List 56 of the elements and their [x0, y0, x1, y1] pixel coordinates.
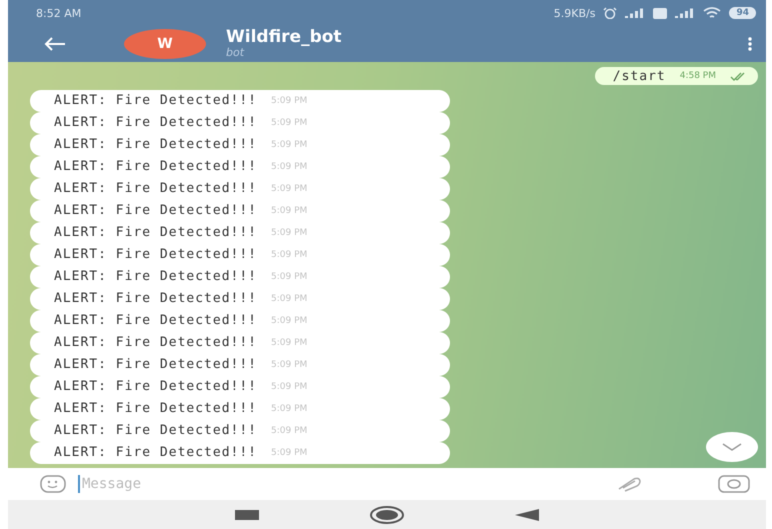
message-time: 5:09 PM [271, 140, 308, 150]
message-text: ALERT: Fire Detected!!! [54, 225, 258, 240]
message-text: ALERT: Fire Detected!!! [54, 357, 258, 372]
message-time: 5:09 PM [271, 338, 308, 348]
message-text: ALERT: Fire Detected!!! [54, 93, 258, 108]
message-text: ALERT: Fire Detected!!! [54, 203, 258, 218]
home-icon[interactable] [369, 506, 405, 524]
signal-icon [625, 8, 646, 18]
message-time: 5:09 PM [271, 426, 308, 436]
message-time: 5:09 PM [271, 360, 308, 370]
chevron-down-icon [721, 442, 743, 452]
sticker-icon[interactable] [40, 475, 66, 493]
message-time: 5:09 PM [271, 382, 308, 392]
chat-title: Wildfire_bot [226, 29, 342, 48]
recents-icon[interactable] [235, 510, 259, 520]
message-text: ALERT: Fire Detected!!! [54, 269, 258, 284]
message-time: 5:09 PM [271, 96, 308, 106]
message-time: 5:09 PM [271, 206, 308, 216]
wifi-icon [703, 7, 722, 19]
more-menu-icon[interactable] [748, 37, 752, 51]
message-text: ALERT: Fire Detected!!! [54, 423, 258, 438]
camera-icon[interactable] [718, 475, 750, 493]
message-time: 5:09 PM [271, 118, 308, 128]
message-time: 4:58 PM [680, 71, 716, 81]
battery-level: 94 [729, 7, 756, 19]
message-text: ALERT: Fire Detected!!! [54, 159, 258, 174]
message-text: ALERT: Fire Detected!!! [54, 137, 258, 152]
message-time: 5:09 PM [271, 316, 308, 326]
signal-icon [675, 8, 696, 18]
paperclip-icon[interactable] [616, 476, 642, 492]
scroll-down-button[interactable] [706, 432, 758, 462]
avatar: W [124, 29, 206, 59]
message-text: ALERT: Fire Detected!!! [54, 313, 258, 328]
message-text: ALERT: Fire Detected!!! [54, 181, 258, 196]
message-time: 5:09 PM [271, 228, 308, 238]
back-icon[interactable] [44, 37, 66, 51]
message-time: 5:09 PM [271, 250, 308, 260]
clock-time: 8:52 AM [36, 6, 82, 20]
network-speed: 5.9KB/s [554, 6, 596, 20]
alarm-icon [603, 7, 618, 19]
message-text: ALERT: Fire Detected!!! [54, 247, 258, 262]
message-text: ALERT: Fire Detected!!! [54, 445, 258, 460]
message-text: /start [612, 68, 666, 84]
message-text: ALERT: Fire Detected!!! [54, 401, 258, 416]
back-icon[interactable] [515, 508, 539, 520]
message-time: 5:09 PM [271, 162, 308, 172]
message-time: 5:09 PM [271, 448, 308, 458]
message-time: 5:09 PM [271, 404, 308, 414]
message-time: 5:09 PM [271, 272, 308, 282]
message-text: ALERT: Fire Detected!!! [54, 335, 258, 350]
message-time: 5:09 PM [271, 184, 308, 194]
message-time: 5:09 PM [271, 294, 308, 304]
message-text: ALERT: Fire Detected!!! [54, 291, 258, 306]
message-text: ALERT: Fire Detected!!! [54, 115, 258, 130]
chat-subtitle: bot [226, 47, 246, 59]
message-text: ALERT: Fire Detected!!! [54, 379, 258, 394]
